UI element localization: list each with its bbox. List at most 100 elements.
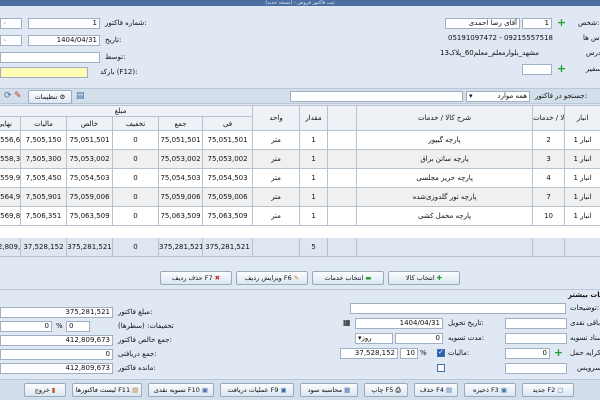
col-final[interactable]: نهایی bbox=[0, 116, 21, 131]
transport-input[interactable]: 0 bbox=[505, 348, 550, 359]
other-input[interactable] bbox=[522, 64, 552, 75]
sheet-icon[interactable]: ▤ bbox=[76, 91, 85, 101]
add-transport-icon[interactable]: + bbox=[553, 347, 564, 359]
col-unit[interactable]: واحد bbox=[252, 105, 301, 131]
desc-input[interactable] bbox=[350, 303, 566, 314]
cell-code: 2 bbox=[532, 130, 566, 150]
date-input[interactable]: 1404/04/31 bbox=[28, 35, 100, 46]
new-button[interactable]: جدید F2 ▢ bbox=[522, 383, 574, 397]
total-spare bbox=[327, 237, 358, 257]
select-goods-button[interactable]: انتخاب کالا ✚ bbox=[388, 271, 460, 285]
remain-input[interactable]: 412,809,673 bbox=[0, 363, 113, 374]
net-total-label: جمع خالص فاکتور: bbox=[118, 336, 172, 344]
settle-doc-input[interactable] bbox=[505, 333, 567, 344]
col-net[interactable]: خالص bbox=[66, 116, 113, 131]
col-fee[interactable]: فی bbox=[201, 116, 254, 131]
palette-icon[interactable]: ✎ bbox=[14, 91, 22, 101]
add-other-icon[interactable]: + bbox=[556, 63, 567, 75]
edit-row-label: ویرایش ردیف F6 bbox=[244, 274, 292, 282]
left-field-1[interactable]: ۰ bbox=[0, 18, 22, 29]
received-input[interactable]: 0 bbox=[0, 349, 113, 360]
calendar-icon[interactable]: ▦ bbox=[343, 318, 351, 327]
cell-tax: 7,506,351 bbox=[20, 206, 67, 226]
cash-rest-input[interactable] bbox=[505, 318, 567, 329]
settings-label: تنظیمات bbox=[34, 93, 58, 101]
service-input[interactable] bbox=[505, 363, 567, 374]
col-qty[interactable]: مقدار bbox=[299, 105, 329, 131]
due-unit-select[interactable]: روز ▾ bbox=[355, 333, 393, 344]
minus-icon: ▬ bbox=[365, 274, 372, 282]
select-services-button[interactable]: انتخاب خدمات ▬ bbox=[312, 271, 384, 285]
delete-row-button[interactable]: حذف ردیف F7 ✖ bbox=[160, 271, 232, 285]
grid-search-input[interactable] bbox=[290, 91, 463, 102]
person-name-input[interactable]: آقای رضا احمدی bbox=[445, 18, 520, 29]
discount-percent-input[interactable]: 0 bbox=[66, 321, 90, 332]
refresh-icon[interactable]: ⟳ bbox=[4, 91, 12, 101]
door-icon: ▮ bbox=[51, 386, 56, 394]
remain-label: مانده فاکتور: bbox=[118, 364, 156, 372]
cell-fee: 75,053,002 bbox=[201, 149, 254, 169]
col-desc[interactable]: شرح کالا / خدمات bbox=[356, 105, 534, 131]
col-discount[interactable]: تخفیف bbox=[112, 116, 159, 131]
cell-spare bbox=[327, 130, 358, 150]
cell-unit: متر bbox=[252, 149, 301, 169]
col-spare bbox=[327, 105, 358, 131]
table-row[interactable]: 82,559,9537,505,45075,054,503075,054,503… bbox=[0, 168, 600, 188]
received-label: جمع دریافتی: bbox=[118, 350, 157, 358]
cell-net: 75,051,501 bbox=[66, 130, 113, 150]
cell-discount: 0 bbox=[112, 206, 159, 226]
exit-label: خروج bbox=[34, 386, 50, 394]
add-person-icon[interactable]: + bbox=[556, 17, 567, 29]
col-tax[interactable]: مالیات bbox=[20, 116, 67, 131]
delivery-date-input[interactable]: 1404/04/31 bbox=[355, 318, 443, 329]
table-row[interactable]: 82,569,8607,506,35175,063,509075,063,509… bbox=[0, 206, 600, 226]
tax-percent-input[interactable]: 10 bbox=[400, 348, 418, 359]
net-total-input[interactable]: 412,809,673 bbox=[0, 335, 113, 346]
phones-value: 05191097472 - 09215557518 bbox=[448, 34, 553, 42]
cell-spare bbox=[327, 206, 358, 226]
save-button[interactable]: ذخیره F3 ▣ bbox=[464, 383, 516, 397]
invoice-list-button[interactable]: لیست فاکتورها F11 ▤ bbox=[72, 383, 142, 397]
cash-settle-button[interactable]: تسویه نقدی F10 ▣ bbox=[148, 383, 214, 397]
settings-button[interactable]: تنظیمات ⚙ bbox=[28, 90, 72, 104]
mediator-input[interactable] bbox=[0, 52, 100, 63]
delete-button[interactable]: حذف F4 ▤ bbox=[414, 383, 458, 397]
cell-warehouse: انبار 1 bbox=[564, 206, 600, 226]
col-code[interactable]: کد کالا / خدمات bbox=[532, 105, 566, 131]
table-row[interactable]: 82,558,3027,505,30075,053,002075,053,002… bbox=[0, 149, 600, 169]
due-value-input[interactable]: 0 bbox=[395, 333, 443, 344]
tax-amount-input[interactable]: 37,528,152 bbox=[340, 348, 398, 359]
barcode-input[interactable] bbox=[0, 67, 88, 78]
invoice-no-input[interactable]: 1 bbox=[28, 18, 100, 29]
col-sum[interactable]: جمع bbox=[158, 116, 203, 131]
exit-button[interactable]: خروج ▮ bbox=[24, 383, 66, 397]
cell-unit: متر bbox=[252, 130, 301, 150]
table-row[interactable]: 82,556,6517,505,15075,051,501075,051,501… bbox=[0, 130, 600, 150]
new-label: جدید F2 bbox=[532, 386, 556, 394]
tax-checkbox[interactable] bbox=[437, 348, 445, 357]
left-field-2[interactable]: ۰ bbox=[0, 35, 22, 46]
print-button[interactable]: چاپ F5 ⎙ bbox=[364, 383, 408, 397]
total-warehouse bbox=[564, 237, 600, 257]
profit-button[interactable]: محاسبه سود ▦ bbox=[300, 383, 358, 397]
service-checkbox[interactable] bbox=[437, 364, 445, 372]
header-panel: شخص: + 1 آقای رضا احمدی تماس ها: 0519109… bbox=[0, 6, 600, 84]
table-row[interactable]: 82,564,9077,505,90175,059,006075,059,006… bbox=[0, 187, 600, 207]
delete-label: حذف F4 bbox=[419, 386, 444, 394]
edit-row-button[interactable]: ویرایش ردیف F6 ✎ bbox=[236, 271, 308, 285]
cell-discount: 0 bbox=[112, 130, 159, 150]
receipts-button[interactable]: عملیات دریافت F9 ▣ bbox=[220, 383, 294, 397]
delete-doc-icon: ▤ bbox=[445, 386, 453, 394]
cell-warehouse: انبار 1 bbox=[564, 187, 600, 207]
profit-label: محاسبه سود bbox=[307, 386, 343, 394]
search-scope-value: همه موارد bbox=[497, 92, 527, 100]
cell-sum: 75,054,503 bbox=[158, 168, 203, 188]
service-label: سرویس: bbox=[577, 364, 600, 372]
person-code-input[interactable]: 1 bbox=[522, 18, 552, 29]
total-discount: 0 bbox=[112, 237, 159, 257]
search-scope-select[interactable]: همه موارد ▾ bbox=[466, 91, 530, 102]
desc-label: توضیحات: bbox=[570, 304, 600, 312]
invoice-amount-input[interactable]: 375,281,521 bbox=[0, 307, 113, 318]
col-warehouse[interactable]: انبار bbox=[564, 105, 600, 131]
discount-amount-input[interactable]: 0 bbox=[0, 321, 52, 332]
